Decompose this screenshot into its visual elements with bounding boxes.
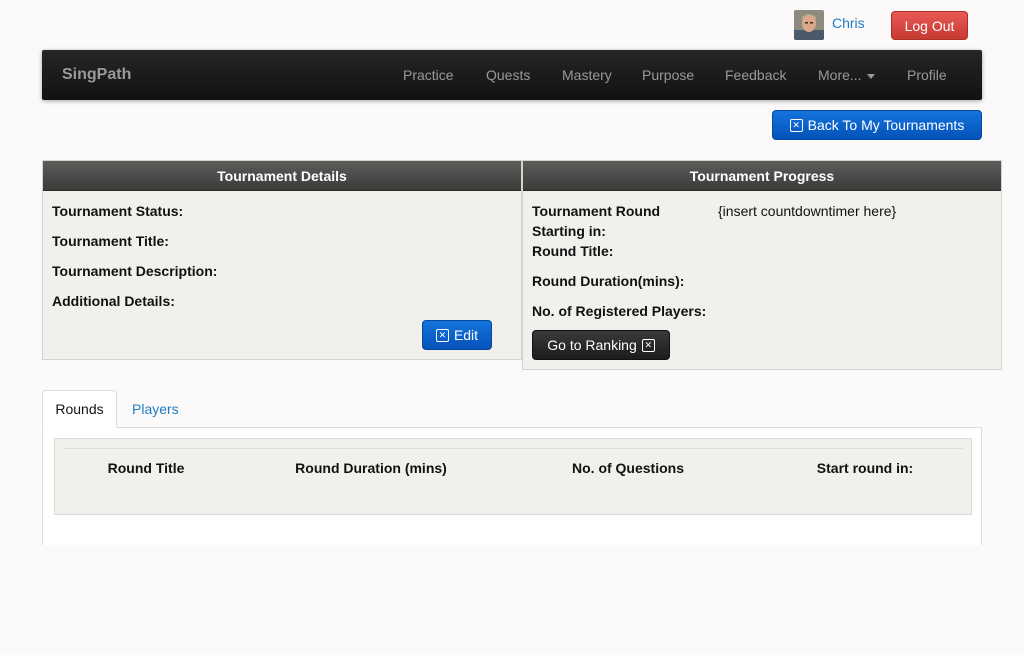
avatar[interactable] [794, 10, 824, 40]
tournament-status-label: Tournament Status: [52, 203, 184, 219]
tournament-title-label: Tournament Title: [52, 233, 169, 249]
user-name-link[interactable]: Chris [832, 15, 865, 31]
tournament-description-label: Tournament Description: [52, 263, 218, 279]
back-icon: ✕ [789, 118, 803, 132]
go-to-ranking-label: Go to Ranking [547, 337, 637, 353]
tab-rounds[interactable]: Rounds [42, 390, 117, 428]
edit-button[interactable]: ✕ Edit [422, 320, 492, 350]
ranking-icon: ✕ [641, 338, 655, 352]
nav-item-more-dropdown[interactable]: More... [818, 67, 875, 83]
round-starting-label-line2: Starting in: [532, 223, 606, 239]
registered-players-label: No. of Registered Players: [532, 303, 707, 319]
tournament-progress-panel: Tournament Progress Tournament Round Sta… [522, 160, 1002, 370]
column-header-no-of-questions: No. of Questions [572, 460, 684, 476]
rounds-table: Round Title Round Duration (mins) No. of… [54, 438, 972, 515]
additional-details-label: Additional Details: [52, 293, 175, 309]
table-divider [63, 448, 963, 449]
nav-item-practice[interactable]: Practice [403, 67, 454, 83]
go-to-ranking-button[interactable]: Go to Ranking ✕ [532, 330, 670, 360]
round-duration-label: Round Duration(mins): [532, 273, 685, 289]
nav-item-mastery[interactable]: Mastery [562, 67, 612, 83]
rounds-tab-content: Round Title Round Duration (mins) No. of… [42, 427, 982, 545]
tournament-details-panel: Tournament Details Tournament Status: To… [42, 160, 522, 360]
round-starting-label-line1: Tournament Round [532, 203, 661, 219]
tab-players[interactable]: Players [132, 401, 179, 417]
logout-button[interactable]: Log Out [891, 11, 968, 40]
column-header-start-round-in: Start round in: [816, 460, 914, 476]
nav-item-quests[interactable]: Quests [486, 67, 530, 83]
column-header-round-title: Round Title [107, 460, 185, 476]
edit-label: Edit [453, 327, 479, 343]
brand-logo[interactable]: SingPath [62, 66, 131, 84]
caret-down-icon [866, 73, 875, 79]
navbar: SingPath Practice Quests Mastery Purpose… [42, 50, 982, 100]
nav-item-feedback[interactable]: Feedback [725, 67, 786, 83]
nav-item-purpose[interactable]: Purpose [642, 67, 694, 83]
countdown-timer: {insert countdowntimer here} [718, 203, 897, 219]
nav-item-profile[interactable]: Profile [907, 67, 947, 83]
nav-item-more-label: More... [818, 67, 862, 83]
column-header-round-duration: Round Duration (mins) [295, 460, 447, 476]
edit-icon: ✕ [435, 328, 449, 342]
round-title-label: Round Title: [532, 243, 614, 259]
back-to-tournaments-button[interactable]: ✕ Back To My Tournaments [772, 110, 982, 140]
tournament-progress-heading: Tournament Progress [523, 161, 1001, 191]
tournament-details-heading: Tournament Details [43, 161, 521, 191]
back-to-tournaments-label: Back To My Tournaments [807, 117, 965, 133]
